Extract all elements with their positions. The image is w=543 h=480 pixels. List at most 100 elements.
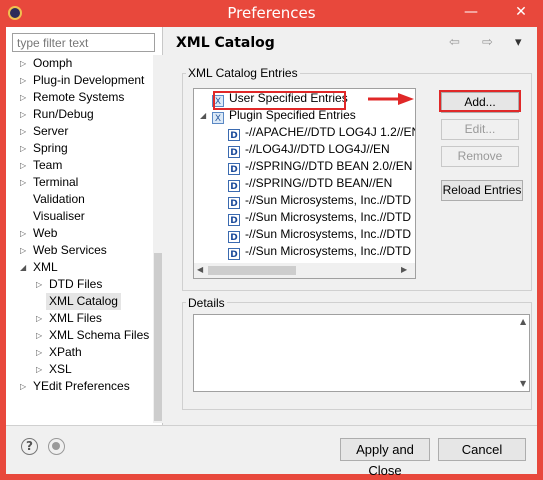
collapsed-twistie-icon[interactable]: ▷ [20,157,26,174]
dtd-icon: D [228,163,240,175]
expanded-twistie-icon[interactable]: ◢ [20,259,26,276]
dtd-icon: D [228,180,240,192]
user-entries-highlight [213,91,346,110]
scroll-left-icon[interactable]: ◀ [197,265,203,274]
catalog-entry[interactable]: D -//Sun Microsystems, Inc.//DTD E [228,209,416,226]
details-scroll-up-icon[interactable]: ▲ [520,317,526,326]
catalog-entry-label: -//Sun Microsystems, Inc.//DTD C [245,193,416,207]
details-panel: ▲ ▼ [193,314,530,392]
edit-button[interactable]: Edit... [441,119,519,140]
dtd-icon: D [228,129,240,141]
catalog-entry[interactable]: D -//SPRING//DTD BEAN 2.0//EN [228,158,412,175]
dialog-client-area: ▷ Oomph ▷ Plug-in Development ▷ Remote System… [6,27,537,478]
catalog-entry[interactable]: D -//SPRING//DTD BEAN//EN [228,175,392,192]
title-bar[interactable]: Preferences — ✕ [0,0,543,27]
collapsed-twistie-icon[interactable]: ▷ [20,242,26,259]
tree-item[interactable]: Run/Debug [33,106,94,123]
forward-arrow-icon[interactable]: ⇨ [482,35,493,50]
view-menu-icon[interactable]: ▾ [515,35,522,50]
tree-item[interactable]: Spring [33,140,68,157]
catalog-entry-label: -//APACHE//DTD LOG4J 1.2//EN [245,125,416,139]
minimize-button[interactable]: — [460,4,482,20]
dtd-icon: D [228,231,240,243]
tree-scrollbar[interactable] [153,55,163,423]
catalog-entry[interactable]: D -//Sun Microsystems, Inc.//DTD C [228,192,416,209]
reload-entries-button[interactable]: Reload Entries [441,180,523,201]
tree-item[interactable]: Web [33,225,57,242]
close-button[interactable]: ✕ [510,4,532,20]
tree-item[interactable]: DTD Files [49,276,102,293]
cancel-button[interactable]: Cancel [438,438,526,461]
catalog-entry[interactable]: D -//LOG4J//DTD LOG4J//EN [228,141,390,158]
entries-horizontal-scrollbar[interactable]: ◀ ▶ [194,263,415,278]
catalog-icon: X [212,112,224,124]
tree-item[interactable]: XML Catalog [46,293,121,310]
collapsed-twistie-icon[interactable]: ▷ [20,174,26,191]
collapsed-twistie-icon[interactable]: ▷ [20,225,26,242]
dtd-icon: D [228,146,240,158]
tree-item[interactable]: Team [33,157,62,174]
tree-item[interactable]: Oomph [33,55,72,72]
help-icon[interactable]: ? [21,438,38,455]
back-arrow-icon[interactable]: ⇦ [449,35,460,50]
catalog-entry-label: -//Sun Microsystems, Inc.//DTD Fa [245,244,416,258]
collapsed-twistie-icon[interactable]: ▷ [36,327,42,344]
preference-tree[interactable]: ▷ Oomph ▷ Plug-in Development ▷ Remote System… [6,55,153,423]
collapsed-twistie-icon[interactable]: ▷ [36,344,42,361]
catalog-entry[interactable]: D -//APACHE//DTD LOG4J 1.2//EN [228,124,416,141]
details-label: Details [186,296,227,310]
page-title: XML Catalog [176,35,275,51]
tree-item[interactable]: Terminal [33,174,78,191]
dialog-footer: ? Apply and Close Cancel [6,425,537,478]
tree-item[interactable]: YEdit Preferences [33,378,130,395]
remove-button[interactable]: Remove [441,146,519,167]
collapsed-twistie-icon[interactable]: ▷ [20,72,26,89]
catalog-entry-label: -//Sun Microsystems, Inc.//DTD E [245,210,416,224]
collapsed-twistie-icon[interactable]: ▷ [36,361,42,378]
tree-item[interactable]: XML Schema Files [49,327,149,344]
catalog-entry-label: Plugin Specified Entries [229,108,356,122]
red-arrow-icon [368,93,414,105]
collapsed-twistie-icon[interactable]: ▷ [36,310,42,327]
preference-page: XML Catalog ⇦ ⇨ ▾ XML Catalog Entries XU… [164,27,537,425]
catalog-entries-label: XML Catalog Entries [186,66,300,80]
tree-item[interactable]: Remote Systems [33,89,124,106]
entries-hscroll-thumb[interactable] [208,266,296,275]
collapsed-twistie-icon[interactable]: ▷ [36,276,42,293]
catalog-entry[interactable]: D -//Sun Microsystems, Inc.//DTD E [228,226,416,243]
tree-scrollbar-thumb[interactable] [154,253,162,421]
add-button-highlight [439,90,521,112]
catalog-entry[interactable]: D -//Sun Microsystems, Inc.//DTD Fa [228,243,416,260]
details-scroll-down-icon[interactable]: ▼ [520,379,526,388]
collapsed-twistie-icon[interactable]: ▷ [20,106,26,123]
dtd-icon: D [228,214,240,226]
catalog-entry-label: -//SPRING//DTD BEAN//EN [245,176,393,190]
dtd-icon: D [228,197,240,209]
filter-input[interactable] [12,33,155,52]
catalog-entries-tree[interactable]: X User Specified Entries ◢ X Plugin Specifie… [193,88,416,279]
scroll-right-icon[interactable]: ▶ [401,265,407,274]
apply-and-close-button[interactable]: Apply and Close [340,438,430,478]
collapsed-twistie-icon[interactable]: ▷ [20,89,26,106]
tree-item[interactable]: Validation [33,191,85,208]
record-icon[interactable] [48,438,65,455]
tree-item[interactable]: Plug-in Development [33,72,144,89]
dtd-icon: D [228,248,240,260]
preference-tree-pane: ▷ Oomph ▷ Plug-in Development ▷ Remote System… [6,27,163,425]
tree-item[interactable]: XML [33,259,58,276]
expanded-twistie-icon[interactable]: ◢ [200,107,206,124]
entries-vertical-scrollbar[interactable]: ▲ ▼ [415,89,416,263]
catalog-entry-label: -//LOG4J//DTD LOG4J//EN [245,142,390,156]
tree-item[interactable]: XML Files [49,310,102,327]
tree-item[interactable]: Web Services [33,242,107,259]
tree-item[interactable]: Server [33,123,68,140]
collapsed-twistie-icon[interactable]: ▷ [20,55,26,72]
tree-item[interactable]: XSL [49,361,72,378]
tree-item[interactable]: XPath [49,344,82,361]
collapsed-twistie-icon[interactable]: ▷ [20,378,26,395]
preferences-window: Preferences — ✕ ▷ Oomph ▷ Plug-in Developme… [0,0,543,480]
catalog-entry-label: -//Sun Microsystems, Inc.//DTD E [245,227,416,241]
tree-item[interactable]: Visualiser [33,208,85,225]
collapsed-twistie-icon[interactable]: ▷ [20,123,26,140]
collapsed-twistie-icon[interactable]: ▷ [20,140,26,157]
